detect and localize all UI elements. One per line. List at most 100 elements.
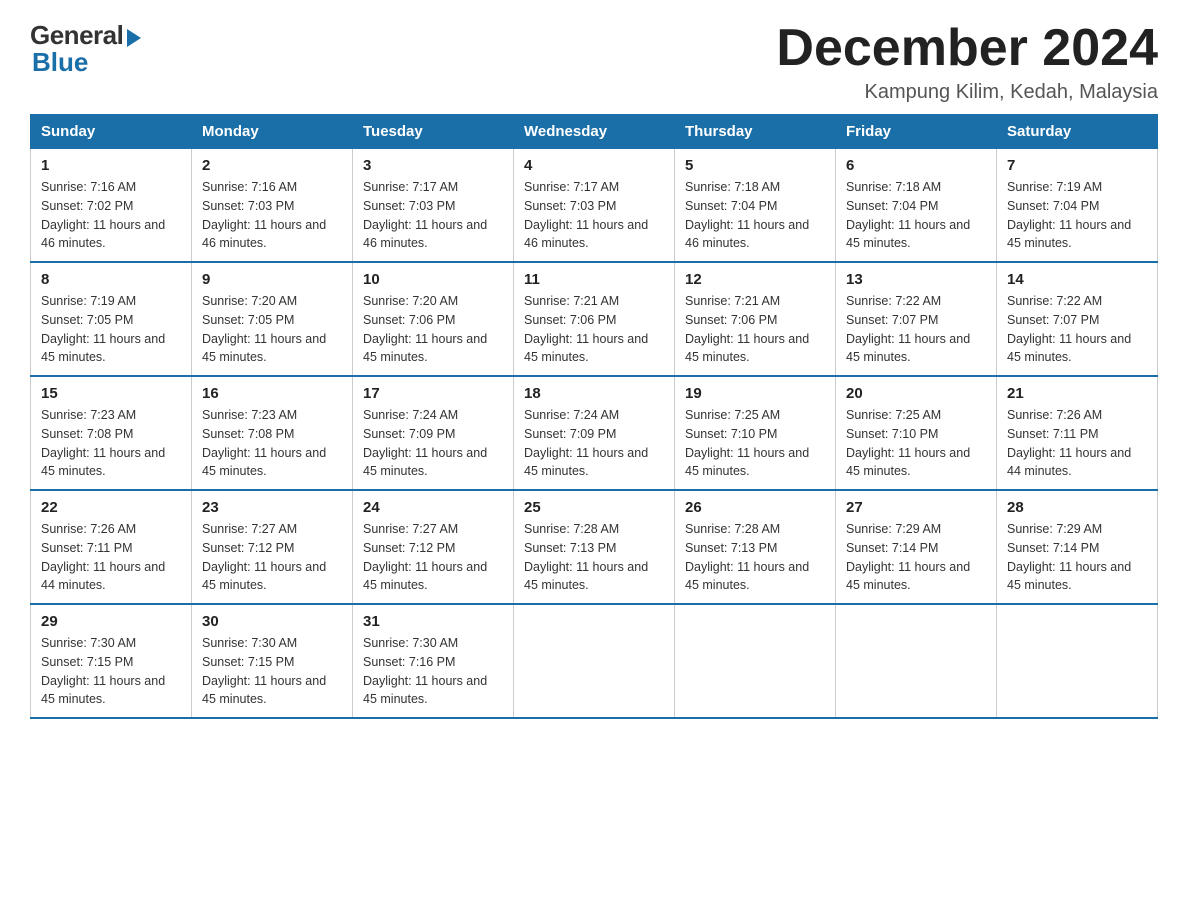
month-year-title: December 2024 [776,20,1158,77]
calendar-cell: 17 Sunrise: 7:24 AMSunset: 7:09 PMDayligh… [353,376,514,490]
day-number: 13 [846,271,986,288]
calendar-cell: 4 Sunrise: 7:17 AMSunset: 7:03 PMDaylight… [514,149,675,263]
day-info: Sunrise: 7:30 AMSunset: 7:16 PMDaylight:… [363,634,503,709]
week-row-4: 22 Sunrise: 7:26 AMSunset: 7:11 PMDayligh… [31,490,1158,604]
day-number: 26 [685,499,825,516]
week-row-5: 29 Sunrise: 7:30 AMSunset: 7:15 PMDayligh… [31,604,1158,718]
day-info: Sunrise: 7:29 AMSunset: 7:14 PMDaylight:… [1007,520,1147,595]
calendar-cell [675,604,836,718]
day-info: Sunrise: 7:28 AMSunset: 7:13 PMDaylight:… [685,520,825,595]
calendar-cell: 14 Sunrise: 7:22 AMSunset: 7:07 PMDayligh… [997,262,1158,376]
day-info: Sunrise: 7:25 AMSunset: 7:10 PMDaylight:… [685,406,825,481]
calendar-cell: 27Sunrise: 7:29 AMSunset: 7:14 PMDayligh… [836,490,997,604]
day-number: 31 [363,613,503,630]
day-number: 23 [202,499,342,516]
calendar-cell: 30 Sunrise: 7:30 AMSunset: 7:15 PMDayligh… [192,604,353,718]
day-number: 15 [41,385,181,402]
week-row-1: 1 Sunrise: 7:16 AMSunset: 7:02 PMDaylight… [31,149,1158,263]
day-number: 21 [1007,385,1147,402]
calendar-cell: 1 Sunrise: 7:16 AMSunset: 7:02 PMDaylight… [31,149,192,263]
day-number: 18 [524,385,664,402]
calendar-cell: 3 Sunrise: 7:17 AMSunset: 7:03 PMDaylight… [353,149,514,263]
day-number: 28 [1007,499,1147,516]
calendar-cell: 13 Sunrise: 7:22 AMSunset: 7:07 PMDayligh… [836,262,997,376]
day-info: Sunrise: 7:18 AMSunset: 7:04 PMDaylight:… [685,178,825,253]
weekday-header-monday: Monday [192,115,353,149]
calendar-cell: 16 Sunrise: 7:23 AMSunset: 7:08 PMDayligh… [192,376,353,490]
calendar-cell: 21Sunrise: 7:26 AMSunset: 7:11 PMDayligh… [997,376,1158,490]
day-info: Sunrise: 7:30 AMSunset: 7:15 PMDaylight:… [202,634,342,709]
calendar-cell: 22 Sunrise: 7:26 AMSunset: 7:11 PMDayligh… [31,490,192,604]
weekday-header-row: SundayMondayTuesdayWednesdayThursdayFrid… [31,115,1158,149]
weekday-header-thursday: Thursday [675,115,836,149]
day-number: 30 [202,613,342,630]
day-info: Sunrise: 7:21 AMSunset: 7:06 PMDaylight:… [524,292,664,367]
logo-arrow-icon [127,29,141,47]
weekday-header-friday: Friday [836,115,997,149]
day-info: Sunrise: 7:26 AMSunset: 7:11 PMDaylight:… [41,520,181,595]
day-info: Sunrise: 7:24 AMSunset: 7:09 PMDaylight:… [524,406,664,481]
day-info: Sunrise: 7:19 AMSunset: 7:05 PMDaylight:… [41,292,181,367]
day-number: 1 [41,157,181,174]
logo-blue-text: Blue [32,47,88,78]
calendar-cell: 6 Sunrise: 7:18 AMSunset: 7:04 PMDaylight… [836,149,997,263]
day-info: Sunrise: 7:16 AMSunset: 7:02 PMDaylight:… [41,178,181,253]
logo: General Blue [30,20,141,78]
calendar-cell: 28 Sunrise: 7:29 AMSunset: 7:14 PMDayligh… [997,490,1158,604]
calendar-cell: 5 Sunrise: 7:18 AMSunset: 7:04 PMDaylight… [675,149,836,263]
day-info: Sunrise: 7:19 AMSunset: 7:04 PMDaylight:… [1007,178,1147,253]
calendar-cell: 19Sunrise: 7:25 AMSunset: 7:10 PMDayligh… [675,376,836,490]
day-info: Sunrise: 7:17 AMSunset: 7:03 PMDaylight:… [524,178,664,253]
day-number: 6 [846,157,986,174]
day-number: 11 [524,271,664,288]
day-number: 17 [363,385,503,402]
calendar-cell: 15 Sunrise: 7:23 AMSunset: 7:08 PMDayligh… [31,376,192,490]
day-info: Sunrise: 7:27 AMSunset: 7:12 PMDaylight:… [363,520,503,595]
day-info: Sunrise: 7:24 AMSunset: 7:09 PMDaylight:… [363,406,503,481]
day-info: Sunrise: 7:22 AMSunset: 7:07 PMDaylight:… [846,292,986,367]
week-row-2: 8 Sunrise: 7:19 AMSunset: 7:05 PMDaylight… [31,262,1158,376]
day-info: Sunrise: 7:17 AMSunset: 7:03 PMDaylight:… [363,178,503,253]
calendar-cell: 26 Sunrise: 7:28 AMSunset: 7:13 PMDayligh… [675,490,836,604]
calendar-cell: 11 Sunrise: 7:21 AMSunset: 7:06 PMDayligh… [514,262,675,376]
page-header: General Blue December 2024 Kampung Kilim… [30,20,1158,104]
title-block: December 2024 Kampung Kilim, Kedah, Mala… [776,20,1158,104]
day-info: Sunrise: 7:21 AMSunset: 7:06 PMDaylight:… [685,292,825,367]
weekday-header-tuesday: Tuesday [353,115,514,149]
day-number: 16 [202,385,342,402]
day-number: 7 [1007,157,1147,174]
day-number: 12 [685,271,825,288]
calendar-cell: 25Sunrise: 7:28 AMSunset: 7:13 PMDayligh… [514,490,675,604]
day-info: Sunrise: 7:18 AMSunset: 7:04 PMDaylight:… [846,178,986,253]
day-number: 3 [363,157,503,174]
day-number: 8 [41,271,181,288]
day-info: Sunrise: 7:22 AMSunset: 7:07 PMDaylight:… [1007,292,1147,367]
day-number: 22 [41,499,181,516]
calendar-cell: 24 Sunrise: 7:27 AMSunset: 7:12 PMDayligh… [353,490,514,604]
week-row-3: 15 Sunrise: 7:23 AMSunset: 7:08 PMDayligh… [31,376,1158,490]
weekday-header-sunday: Sunday [31,115,192,149]
calendar-cell: 29Sunrise: 7:30 AMSunset: 7:15 PMDayligh… [31,604,192,718]
day-number: 14 [1007,271,1147,288]
day-info: Sunrise: 7:28 AMSunset: 7:13 PMDaylight:… [524,520,664,595]
calendar-cell: 2Sunrise: 7:16 AMSunset: 7:03 PMDaylight… [192,149,353,263]
calendar-table: SundayMondayTuesdayWednesdayThursdayFrid… [30,114,1158,719]
calendar-cell: 23 Sunrise: 7:27 AMSunset: 7:12 PMDayligh… [192,490,353,604]
day-number: 24 [363,499,503,516]
calendar-cell: 20Sunrise: 7:25 AMSunset: 7:10 PMDayligh… [836,376,997,490]
day-info: Sunrise: 7:23 AMSunset: 7:08 PMDaylight:… [41,406,181,481]
day-info: Sunrise: 7:27 AMSunset: 7:12 PMDaylight:… [202,520,342,595]
day-number: 4 [524,157,664,174]
day-number: 5 [685,157,825,174]
day-info: Sunrise: 7:20 AMSunset: 7:06 PMDaylight:… [363,292,503,367]
day-number: 10 [363,271,503,288]
calendar-cell: 7 Sunrise: 7:19 AMSunset: 7:04 PMDaylight… [997,149,1158,263]
weekday-header-saturday: Saturday [997,115,1158,149]
calendar-cell [997,604,1158,718]
calendar-cell: 8 Sunrise: 7:19 AMSunset: 7:05 PMDaylight… [31,262,192,376]
day-info: Sunrise: 7:23 AMSunset: 7:08 PMDaylight:… [202,406,342,481]
day-number: 29 [41,613,181,630]
calendar-cell: 12 Sunrise: 7:21 AMSunset: 7:06 PMDayligh… [675,262,836,376]
day-info: Sunrise: 7:16 AMSunset: 7:03 PMDaylight:… [202,178,342,253]
day-info: Sunrise: 7:29 AMSunset: 7:14 PMDaylight:… [846,520,986,595]
